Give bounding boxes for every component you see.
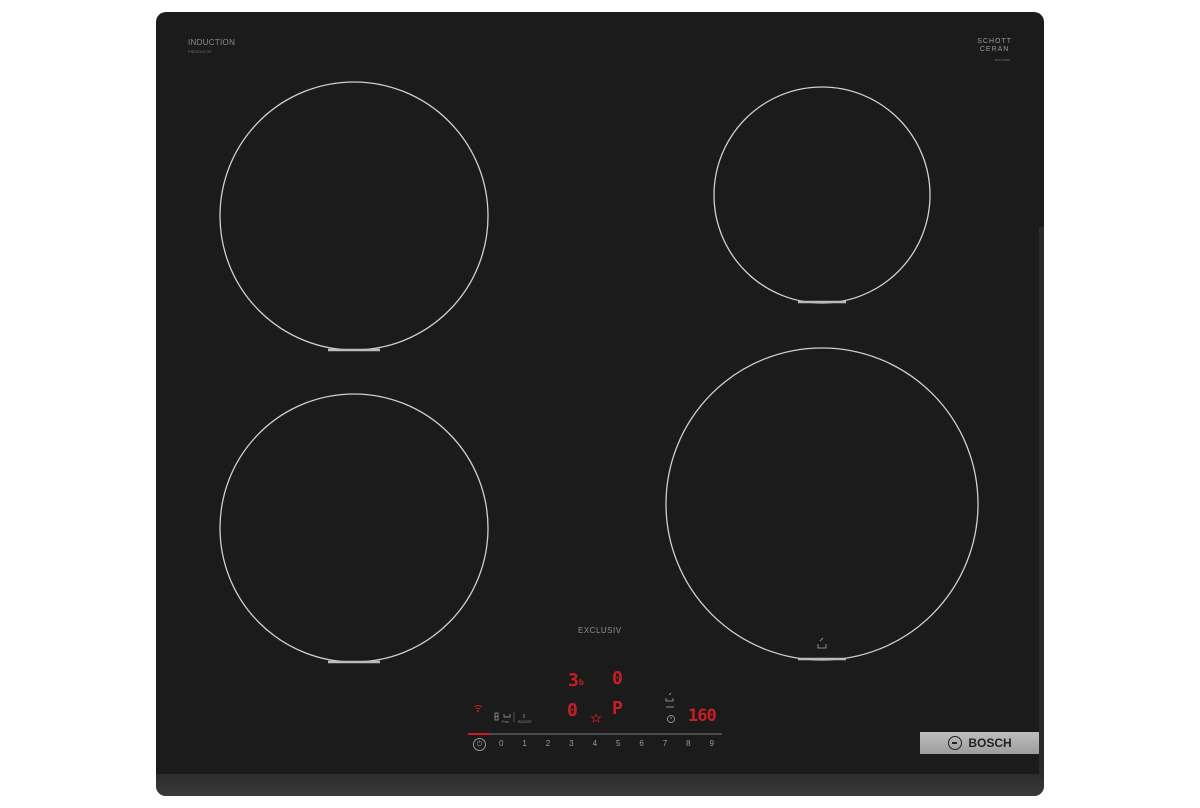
wifi-icon	[473, 705, 483, 713]
cooktop-glass: INDUCTION PIE631HC1E SCHOTT CERAN EC6 03…	[156, 12, 1044, 796]
zone-front-left	[219, 393, 489, 663]
bosch-badge: BOSCH	[920, 732, 1040, 754]
pan-label: Pan	[502, 719, 510, 724]
slider-step[interactable]: 9	[710, 739, 733, 748]
timer-icon	[667, 715, 675, 723]
slider-step[interactable]: 5	[616, 739, 639, 748]
slider-step[interactable]: 1	[522, 739, 545, 748]
pan-sensor-icon	[817, 637, 827, 649]
slider-step[interactable]: 8	[686, 739, 709, 748]
cooking-zones	[219, 81, 979, 735]
display-rear-left: 3	[568, 670, 579, 691]
slider-step[interactable]: 2	[546, 739, 569, 748]
favourite-star-icon	[590, 713, 602, 723]
slider-step[interactable]: 0	[499, 739, 522, 748]
display-rear-right: 0	[612, 668, 623, 689]
frying-sensor-icon	[665, 692, 674, 708]
series-label: EXCLUSIV	[578, 626, 622, 635]
side-frame	[1039, 227, 1044, 774]
zone-combine-icon	[494, 712, 499, 721]
front-frame-edge	[156, 774, 1044, 796]
display-front-right: P	[612, 698, 623, 719]
slider-step[interactable]: 6	[639, 739, 662, 748]
boost-label: BOOST	[518, 719, 533, 724]
zone-rear-left	[219, 81, 489, 351]
display-front-left: 0	[567, 700, 578, 721]
power-button[interactable]: ⏻	[473, 738, 486, 751]
bosch-logo-icon	[948, 736, 963, 750]
display-rear-left-sub: b	[579, 678, 584, 687]
timer-display: 160	[688, 706, 717, 726]
slider-step[interactable]: 4	[593, 739, 616, 748]
slider-step[interactable]: 3	[569, 739, 592, 748]
bosch-label: BOSCH	[968, 736, 1012, 750]
pan-icon	[503, 714, 511, 718]
power-level-slider[interactable]: 0123456789	[499, 739, 733, 748]
zone-front-right	[665, 347, 979, 661]
zone-rear-right	[713, 86, 931, 304]
slider-step[interactable]: 7	[663, 739, 686, 748]
